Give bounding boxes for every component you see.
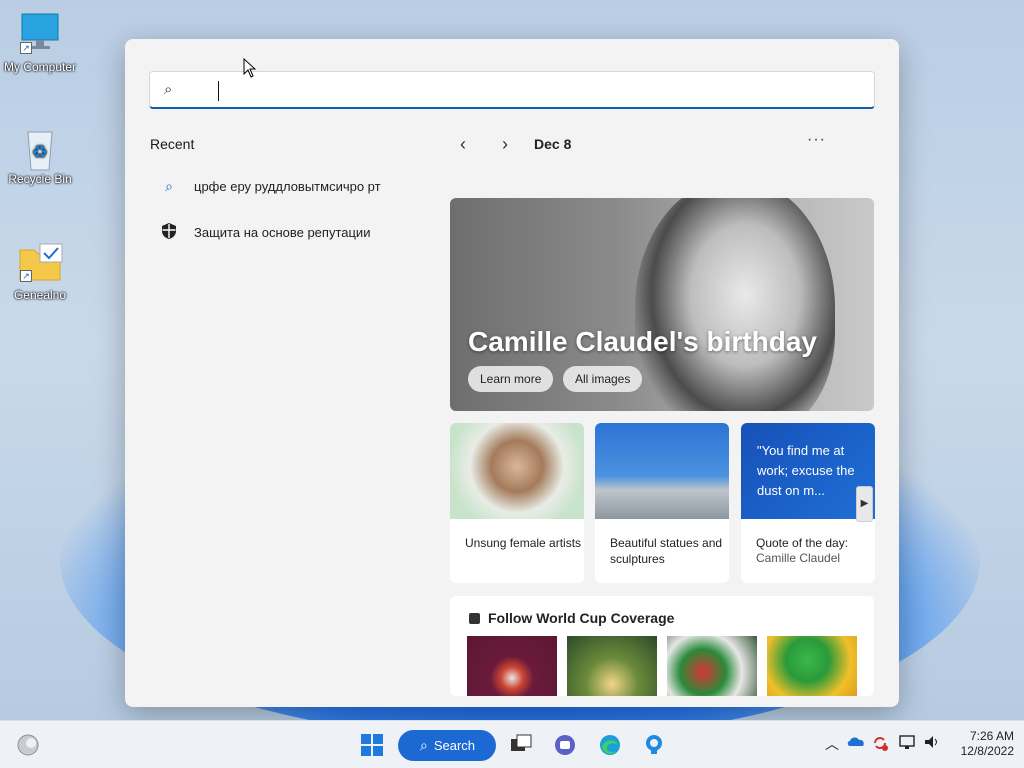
card-caption: Quote of the day: — [756, 536, 849, 550]
onedrive-icon[interactable] — [847, 734, 865, 751]
recent-item-label: црфе еру руддловытмсичро рт — [194, 178, 381, 194]
desktop-icon-label: My Computer — [3, 60, 77, 74]
worldcup-thumb[interactable] — [567, 636, 657, 696]
monitor-icon: ↗ — [16, 12, 64, 56]
sync-alert-icon[interactable] — [871, 734, 889, 755]
clock-time: 7:26 AM — [969, 729, 1014, 743]
search-box[interactable]: ⌕ — [149, 71, 875, 109]
chevron-up-icon[interactable]: ︿ — [825, 734, 839, 754]
hero-portrait-image — [635, 198, 835, 411]
volume-icon[interactable] — [923, 734, 941, 753]
taskbar: ⌕ Search ︿ 7:26 AM 12/8/2022 — [0, 720, 1024, 768]
start-windows-icon[interactable] — [360, 733, 384, 757]
weather-widget-icon[interactable] — [16, 733, 40, 757]
statues-image — [595, 423, 729, 519]
network-icon[interactable] — [899, 734, 917, 753]
shield-icon — [159, 222, 179, 243]
highlight-date: Dec 8 — [534, 136, 572, 152]
mouse-cursor-icon — [243, 58, 257, 78]
desktop-icon-recycle-bin[interactable]: ♻ Recycle Bin — [0, 124, 80, 186]
worldcup-thumb[interactable] — [467, 636, 557, 696]
card-quote[interactable]: "You find me at work; excuse the dust on… — [741, 423, 875, 583]
card-caption: Beautiful statues and sculptures — [610, 536, 723, 566]
worldcup-badge-icon — [469, 612, 480, 624]
text-caret — [218, 81, 219, 101]
shortcut-arrow-icon: ↗ — [20, 270, 32, 282]
taskbar-search-label: Search — [433, 738, 476, 753]
folder-icon: ↗ — [16, 240, 64, 284]
clock-date: 12/8/2022 — [960, 744, 1014, 758]
search-input[interactable] — [194, 78, 854, 102]
worldcup-panel[interactable]: Follow World Cup Coverage — [450, 596, 874, 696]
recent-heading: Recent — [150, 136, 195, 152]
search-icon: ⌕ — [165, 177, 173, 194]
svg-text:♻: ♻ — [32, 142, 48, 162]
search-icon: ⌕ — [420, 737, 428, 753]
more-options-icon[interactable]: ··· — [807, 131, 826, 149]
tips-app-icon[interactable] — [642, 733, 666, 757]
worldcup-title: Follow World Cup Coverage — [488, 610, 675, 626]
hero-card[interactable]: Camille Claudel's birthday Learn more Al… — [450, 198, 874, 411]
hero-title: Camille Claudel's birthday — [468, 326, 817, 357]
shortcut-arrow-icon: ↗ — [20, 42, 32, 54]
system-clock[interactable]: 7:26 AM 12/8/2022 — [950, 729, 1014, 759]
card-subcaption: Camille Claudel — [756, 551, 841, 565]
recycle-bin-icon: ♻ — [16, 124, 64, 171]
next-arrow-icon[interactable]: › — [502, 134, 508, 155]
learn-more-button[interactable]: Learn more — [468, 366, 554, 392]
worldcup-thumb[interactable] — [667, 636, 757, 696]
card-caption: Unsung female artists — [465, 536, 582, 550]
scroll-right-arrow-icon[interactable]: ▶ — [856, 486, 873, 522]
task-view-icon[interactable] — [509, 733, 533, 757]
search-icon: ⌕ — [164, 81, 173, 98]
recent-item-label: Защита на основе репутации — [194, 224, 371, 240]
worldcup-heading: Follow World Cup Coverage — [469, 610, 674, 626]
taskbar-search-button[interactable]: ⌕ Search — [398, 730, 496, 761]
all-images-button[interactable]: All images — [563, 366, 643, 392]
quote-text: "You find me at work; excuse the dust on… — [741, 423, 875, 519]
edge-browser-icon[interactable] — [598, 733, 622, 757]
desktop-icon-my-computer[interactable]: ↗ My Computer — [0, 12, 80, 74]
card-female-artists[interactable]: Unsung female artists — [450, 423, 584, 583]
card-statues[interactable]: Beautiful statues and sculptures — [595, 423, 729, 583]
desktop-icon-label: Genealno — [13, 288, 67, 302]
desktop-icon-label: Recycle Bin — [8, 172, 72, 186]
prev-arrow-icon[interactable]: ‹ — [460, 134, 466, 155]
chat-icon[interactable] — [553, 733, 577, 757]
recent-item-reputation[interactable]: Защита на основе репутации — [159, 220, 370, 244]
recent-item-search[interactable]: ⌕ црфе еру руддловытмсичро рт — [159, 174, 381, 198]
desktop-icon-genealno[interactable]: ↗ Genealno — [0, 240, 80, 302]
female-artists-image — [450, 423, 584, 519]
worldcup-thumb[interactable] — [767, 636, 857, 696]
search-flyout: ⌕ Recent ⌕ црфе еру руддловытмсичро рт З… — [125, 39, 899, 707]
